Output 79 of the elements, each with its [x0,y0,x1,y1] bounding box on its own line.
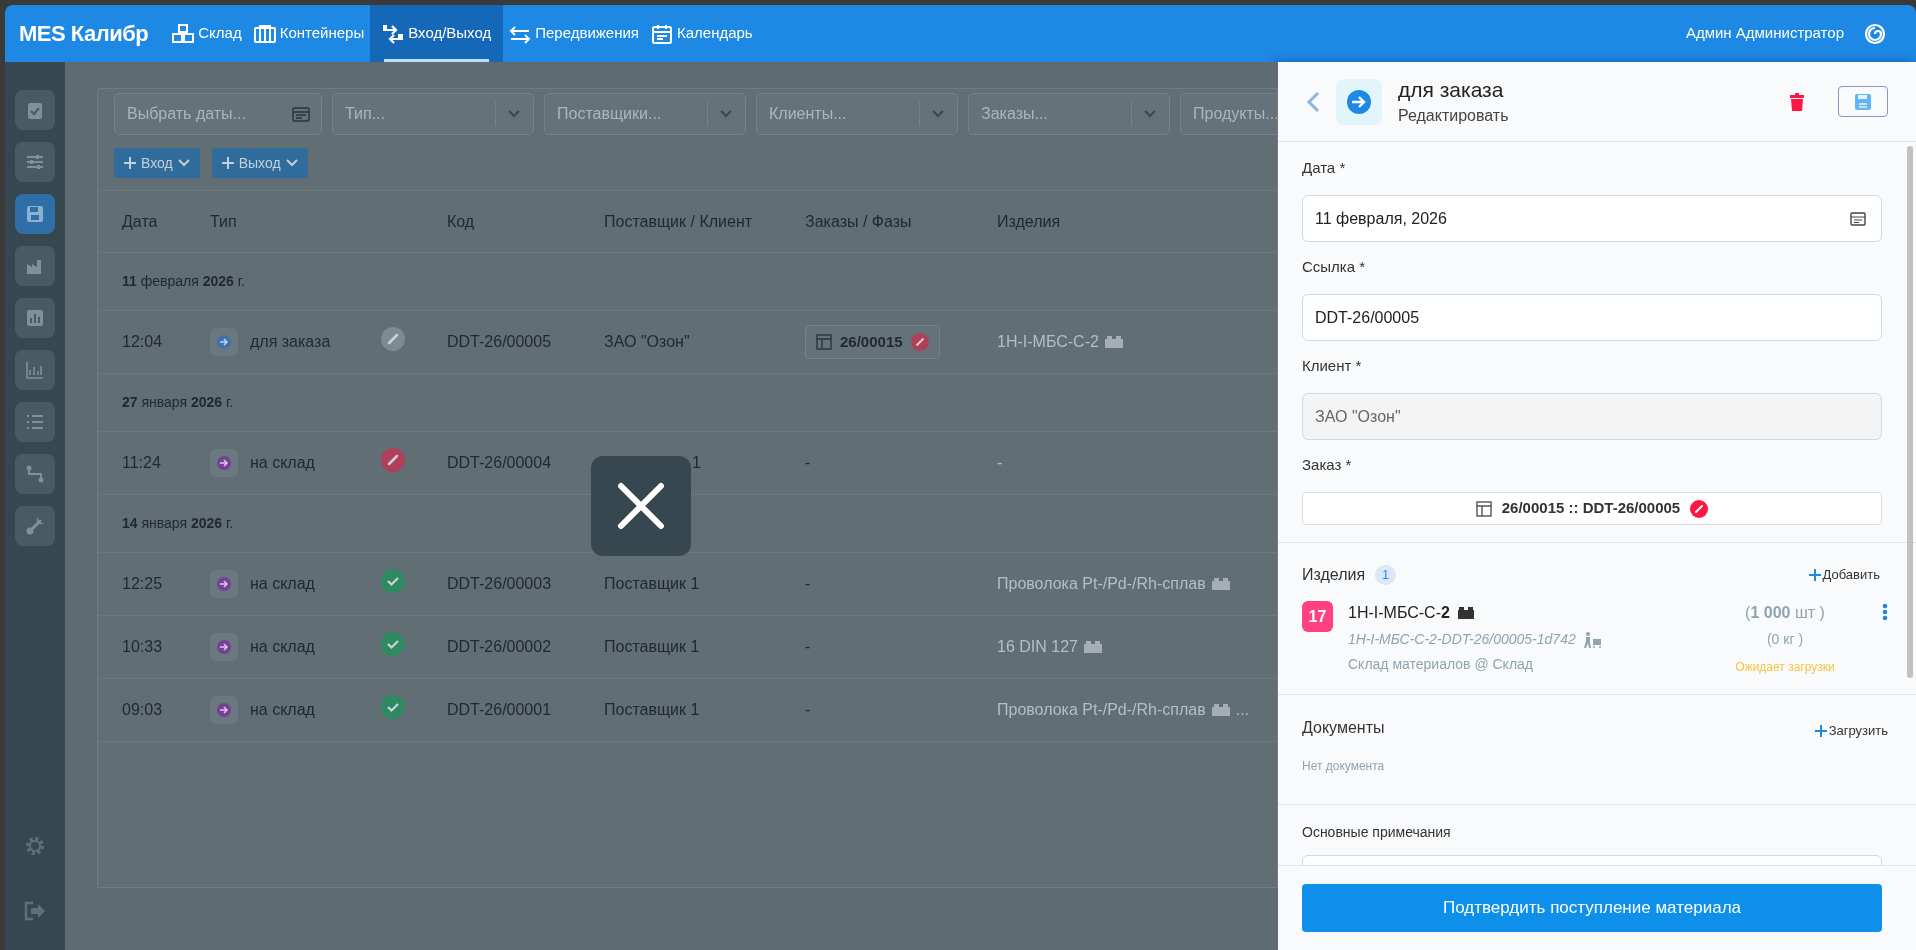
add-dropdown-button[interactable]: Выход [211,148,308,178]
number-badge: 17 [1302,601,1333,632]
group-date: 11 февраля 2026 г. [122,272,245,291]
section-title: Изделия [1302,565,1366,585]
party-cell-text: 1 [691,453,702,473]
party-cell-text: Поставщик 1 [604,574,701,594]
quantity-text: (1 000 шт ) [1745,603,1825,623]
type-cell-text: на склад [250,574,315,594]
column-header[interactable]: Код [447,212,475,230]
order-cell: - [805,454,811,471]
order-cell: - [805,575,811,592]
nav-tab[interactable]: Склад [166,5,248,62]
panel-subtitle: Редактировать [1398,105,1509,126]
time-cell-text: 10:33 [122,637,164,657]
upload-link[interactable]: Загрузить [1814,721,1888,741]
input-field[interactable]: DDT-26/00005 [1302,294,1882,341]
type-cell-text: на склад [250,637,315,657]
filter-dropdown[interactable]: Поставщики... [544,93,746,135]
column-header[interactable]: Заказы / Фазы [805,212,912,230]
order-chip[interactable]: 26/00015 [805,325,940,359]
order-select-button[interactable]: 26/00015 :: DDT-26/00005 [1302,492,1882,525]
weight-text: (0 кг ) [1766,630,1804,649]
column-header[interactable]: Поставщик / Клиент [604,212,753,230]
party-cell-text: Поставщик 1 [604,637,701,657]
status-text: Ожидает загрузки [1735,659,1835,676]
app-logo[interactable]: MES Калибр [19,17,149,50]
group-date: 27 января 2026 г. [122,393,234,412]
code-cell-text: DDT-26/00001 [447,700,553,720]
type-cell-text: для заказа [250,332,331,352]
code-cell-text: DDT-26/00004 [447,453,553,473]
filter-dropdown[interactable]: Заказы... [968,93,1170,135]
empty-text: Нет документа [1302,757,1386,775]
column-header[interactable]: Тип [210,212,237,230]
order-cell: - [805,638,811,655]
field-label: Дата * [1302,159,1346,177]
time-cell-text: 11:24 [122,453,162,473]
date-field[interactable]: 11 февраля, 2026 [1302,195,1882,242]
time-cell-text: 12:04 [122,332,164,352]
filter-dropdown[interactable]: Продукты... [1180,93,1277,135]
panel-title: для заказа [1398,76,1505,103]
party-cell-text: ЗАО "Озон" [604,332,691,352]
column-header[interactable]: Изделия [997,212,1061,230]
date-range-field[interactable]: Выбрать даты... [114,93,322,135]
product-cell-text: Проволока Pt-/Pd-/Rh-сплав [997,700,1206,720]
code-cell-text: DDT-26/00003 [447,574,553,594]
ellipsis-text: ... [1235,700,1250,720]
product-name: 1Н-І-МБС-С-2 [1348,603,1450,623]
section-title: Документы [1302,717,1385,738]
type-cell-text: на склад [250,453,315,473]
time-cell-text: 12:25 [122,574,164,594]
column-header[interactable]: Дата [122,212,158,230]
count-badge: 1 [1375,565,1396,585]
field-label: Ссылка * [1302,258,1366,276]
time-cell-text: 09:03 [122,700,164,720]
product-code: 1Н-І-МБС-С-2-DDT-26/00005-1d742 [1348,630,1576,649]
nav-tab[interactable]: Контейнеры [247,5,371,62]
filter-dropdown[interactable]: Клиенты... [756,93,958,135]
product-cell-text: Проволока Pt-/Pd-/Rh-сплав [997,574,1206,594]
field-label: Заказ * [1302,456,1352,474]
field-label: Клиент * [1302,357,1362,375]
confirm-button[interactable]: Подтвердить поступление материала [1302,884,1882,932]
group-date: 14 января 2026 г. [122,514,234,533]
location-text: Склад материалов @ Склад [1348,655,1534,674]
type-cell-text: на склад [250,700,315,720]
filter-dropdown[interactable]: Тип... [332,93,534,135]
code-cell-text: DDT-26/00005 [447,332,553,352]
product-cell-text: - [997,453,1003,473]
nav-tab[interactable]: Календарь [644,5,759,62]
product-cell-text: 16 DIN 127 [997,637,1078,657]
code-cell-text: DDT-26/00002 [447,637,553,657]
user-name[interactable]: Админ Администратор [1685,22,1844,45]
party-cell-text: Поставщик 1 [604,700,701,720]
nav-tab[interactable]: Вход/Выход [370,5,504,62]
order-cell: - [805,701,811,718]
section-title: Основные примечания [1302,823,1452,841]
add-dropdown-button[interactable]: Вход [114,148,200,178]
nav-tab[interactable]: Передвижения [503,5,645,62]
add-link[interactable]: Добавить [1808,565,1880,585]
product-cell-text: 1Н-І-МБС-С-2 [997,332,1099,352]
